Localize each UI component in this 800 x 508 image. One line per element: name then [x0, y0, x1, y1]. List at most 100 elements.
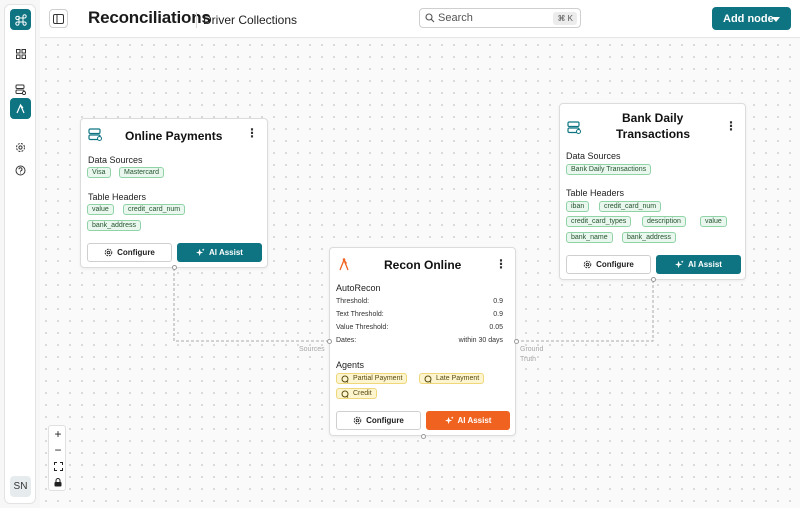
table-headers-label: Table Headers: [88, 192, 147, 202]
zoom-out-button[interactable]: −: [49, 442, 67, 458]
agent-chip-label: Partial Payment: [353, 375, 403, 382]
sparkle-icon: [196, 248, 205, 257]
sidebar: SN: [4, 4, 36, 504]
ai-assist-label: AI Assist: [688, 260, 722, 269]
setting-key: Text Threshold:: [336, 311, 384, 318]
recon-icon: [339, 258, 349, 271]
gear-icon: [583, 260, 592, 269]
table-header-chip: bank_address: [87, 220, 141, 231]
lock-icon[interactable]: [49, 474, 67, 490]
table-header-chip: bank_name: [566, 232, 613, 243]
zoom-in-button[interactable]: +: [49, 426, 67, 442]
search-placeholder: Search: [438, 12, 473, 24]
panel-toggle-icon[interactable]: [49, 9, 68, 28]
table-header-chip: bank_address: [622, 232, 676, 243]
agents-label: Agents: [336, 360, 365, 370]
node-title: Online Payments: [125, 129, 223, 143]
grid-icon[interactable]: [10, 43, 31, 64]
data-source-chip: Bank Daily Transactions: [566, 164, 652, 175]
node-online-payments[interactable]: Online Payments ⋮ Data Sources Visa Mast…: [80, 118, 268, 270]
configure-label: Configure: [366, 416, 404, 425]
search-icon: [425, 13, 435, 23]
avatar[interactable]: SN: [10, 476, 31, 497]
data-source-chip: Visa: [87, 167, 111, 178]
data-sources-label: Data Sources: [566, 151, 621, 161]
node-handle[interactable]: [172, 265, 177, 270]
ai-assist-button[interactable]: AI Assist: [426, 411, 510, 430]
gear-icon: [104, 248, 113, 257]
ai-assist-label: AI Assist: [209, 248, 243, 257]
configure-button[interactable]: Configure: [87, 243, 172, 262]
more-vertical-icon[interactable]: ⋮: [725, 120, 737, 132]
agent-icon: [341, 375, 349, 383]
node-recon-online[interactable]: Recon Online ⋮ AutoRecon Threshold: 0.9 …: [327, 247, 519, 439]
page-title: Reconciliations: [88, 8, 211, 27]
node-bank-daily-transactions[interactable]: Bank Daily Transactions ⋮ Data Sources B…: [559, 103, 746, 282]
autorecon-label: AutoRecon: [336, 283, 381, 293]
agent-chip-label: Credit: [353, 390, 372, 397]
data-sources-label: Data Sources: [88, 155, 143, 165]
agent-chip-label: Late Payment: [436, 375, 480, 382]
edge-label-ground-truth-2: Truth: [520, 356, 537, 363]
table-header-chip: credit_card_num: [123, 204, 186, 215]
table-header-chip: value: [87, 204, 114, 215]
data-source-chip: Mastercard: [119, 167, 165, 178]
edge-label-ground-truth: Ground: [520, 346, 544, 353]
zoom-controls: + −: [48, 425, 66, 491]
edge-label-sources: Sources: [299, 346, 325, 353]
agent-chip: Late Payment: [419, 373, 485, 384]
database-icon[interactable]: [10, 79, 31, 100]
configure-button[interactable]: Configure: [566, 255, 651, 274]
gear-icon: [353, 416, 362, 425]
sparkle-icon: [444, 416, 454, 425]
title-divider: [196, 12, 197, 28]
configure-label: Configure: [596, 260, 634, 269]
setting-key: Dates:: [336, 337, 357, 344]
add-node-label: Add node: [723, 13, 774, 25]
setting-value: 0.05: [489, 324, 503, 331]
recon-icon[interactable]: [10, 98, 31, 119]
sparkle-icon: [675, 260, 684, 269]
more-vertical-icon[interactable]: ⋮: [495, 258, 507, 270]
table-header-chip: description: [642, 216, 686, 227]
setting-value: 0.9: [493, 311, 503, 318]
ai-assist-button[interactable]: AI Assist: [656, 255, 741, 274]
table-headers-label: Table Headers: [566, 188, 625, 198]
page-subtitle: Driver Collections: [203, 13, 298, 27]
help-icon[interactable]: [10, 160, 31, 181]
chevron-down-icon: [772, 17, 780, 22]
node-handle-right[interactable]: [514, 339, 519, 344]
search-input[interactable]: Search ⌘ K: [419, 8, 581, 28]
ai-assist-label: AI Assist: [457, 416, 492, 425]
setting-value: within 30 days: [458, 337, 503, 344]
header: Reconciliations Driver Collections Searc…: [40, 0, 800, 38]
node-handle-left[interactable]: [327, 339, 332, 344]
configure-label: Configure: [117, 248, 155, 257]
table-header-chip: iban: [566, 201, 590, 212]
setting-value: 0.9: [493, 298, 503, 305]
ai-assist-button[interactable]: AI Assist: [177, 243, 262, 262]
node-handle[interactable]: [651, 277, 656, 282]
agent-chip: Partial Payment: [336, 373, 408, 384]
node-title: Recon Online: [384, 258, 462, 272]
agent-chip: Credit: [336, 388, 377, 399]
fit-view-icon[interactable]: [49, 458, 67, 474]
gear-icon[interactable]: [10, 137, 31, 158]
agent-icon: [424, 375, 432, 383]
table-header-chip: credit_card_types: [566, 216, 632, 227]
setting-key: Value Threshold:: [336, 324, 389, 331]
configure-button[interactable]: Configure: [336, 411, 421, 430]
table-header-chip: credit_card_num: [599, 201, 662, 212]
node-title-line2: Transactions: [616, 127, 691, 141]
setting-key: Threshold:: [336, 298, 370, 305]
agent-icon: [341, 390, 349, 398]
more-vertical-icon[interactable]: ⋮: [246, 127, 258, 139]
database-icon: [88, 128, 102, 141]
add-node-button[interactable]: Add node: [712, 7, 791, 30]
table-header-chip: value: [700, 216, 727, 227]
database-icon: [567, 121, 581, 134]
command-icon[interactable]: [10, 9, 31, 30]
search-shortcut: ⌘ K: [553, 12, 577, 25]
node-handle-bottom[interactable]: [421, 434, 426, 439]
node-title: Bank Daily: [622, 111, 684, 125]
